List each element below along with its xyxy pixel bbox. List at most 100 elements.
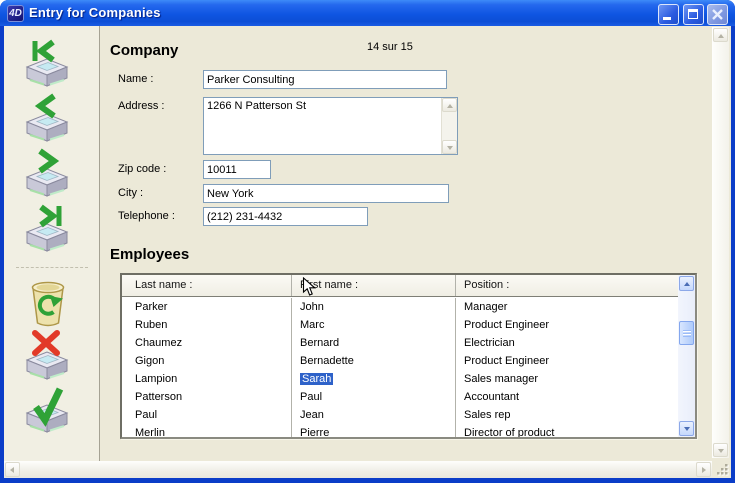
toolbar-separator	[16, 267, 88, 268]
employee-cell[interactable]: Bernard	[292, 334, 456, 352]
column-header-position: Position :	[456, 275, 678, 296]
employee-cell[interactable]: Gigon	[122, 352, 292, 370]
employee-cell[interactable]: Sales manager	[456, 370, 678, 388]
employee-cell[interactable]: Manager	[456, 298, 678, 316]
app-badge: 4D	[9, 8, 22, 19]
zip-label: Zip code :	[118, 163, 166, 175]
maximize-button[interactable]	[683, 4, 704, 25]
employee-cell[interactable]: Paul	[292, 388, 456, 406]
table-scrollbar[interactable]	[678, 275, 695, 437]
cancel-button[interactable]	[24, 329, 70, 381]
first-record-icon	[24, 36, 70, 88]
window-vertical-scrollbar[interactable]	[712, 27, 729, 458]
employee-cell-selected[interactable]: Sarah	[292, 370, 456, 388]
minimize-button[interactable]	[658, 4, 679, 25]
chevron-left-icon	[10, 467, 14, 473]
table-row: Patterson Paul Accountant	[122, 388, 678, 406]
accept-icon	[24, 382, 70, 434]
employee-cell[interactable]: John	[292, 298, 456, 316]
table-row: Chaumez Bernard Electrician	[122, 334, 678, 352]
address-scrollbar[interactable]	[441, 98, 457, 154]
name-input[interactable]	[203, 70, 447, 89]
employee-cell[interactable]: Product Engineer	[456, 316, 678, 334]
table-scroll-up-button[interactable]	[679, 276, 694, 291]
name-label: Name :	[118, 73, 153, 85]
next-record-button[interactable]	[24, 146, 70, 198]
close-button[interactable]	[707, 4, 728, 25]
employee-cell[interactable]: Merlin	[122, 424, 292, 437]
chevron-down-icon	[718, 449, 724, 453]
city-label: City :	[118, 187, 143, 199]
previous-record-icon	[24, 91, 70, 143]
selected-text: Sarah	[300, 373, 333, 385]
table-row: Lampion Sarah Sales manager	[122, 370, 678, 388]
next-record-icon	[24, 146, 70, 198]
employee-cell[interactable]: Pierre	[292, 424, 456, 437]
employee-cell[interactable]: Lampion	[122, 370, 292, 388]
chevron-up-icon	[447, 104, 453, 108]
employee-cell[interactable]: Director of product	[456, 424, 678, 437]
cancel-icon	[24, 329, 70, 381]
telephone-input[interactable]	[203, 207, 368, 226]
table-row: Ruben Marc Product Engineer	[122, 316, 678, 334]
column-header-last-name: Last name :	[122, 275, 292, 296]
employee-cell[interactable]: Sales rep	[456, 406, 678, 424]
record-counter: 14 sur 15	[367, 41, 413, 53]
table-header: Last name : First name : Position :	[122, 275, 678, 297]
maximize-icon	[688, 9, 698, 19]
table-row: Gigon Bernadette Product Engineer	[122, 352, 678, 370]
employee-cell[interactable]: Paul	[122, 406, 292, 424]
employee-cell[interactable]: Parker	[122, 298, 292, 316]
delete-record-button[interactable]	[26, 277, 72, 329]
window-scroll-right-button[interactable]	[696, 462, 711, 477]
city-input[interactable]	[203, 184, 449, 203]
window-scroll-left-button[interactable]	[5, 462, 20, 477]
close-icon	[711, 8, 724, 21]
delete-record-icon	[26, 277, 70, 329]
window-scroll-down-button[interactable]	[713, 443, 728, 457]
window-horizontal-scrollbar[interactable]	[4, 461, 712, 478]
app-4d-icon: 4D	[7, 5, 24, 22]
chevron-right-icon	[702, 467, 706, 473]
employee-cell[interactable]: Chaumez	[122, 334, 292, 352]
table-body: Parker John Manager Ruben Marc Product E…	[122, 298, 678, 437]
employee-cell[interactable]: Marc	[292, 316, 456, 334]
titlebar[interactable]: 4D Entry for Companies	[0, 0, 735, 26]
employee-cell[interactable]: Patterson	[122, 388, 292, 406]
first-record-button[interactable]	[24, 36, 70, 88]
address-label: Address :	[118, 100, 164, 112]
employee-cell[interactable]: Product Engineer	[456, 352, 678, 370]
chevron-up-icon	[684, 282, 690, 286]
chevron-up-icon	[718, 34, 724, 38]
zip-input[interactable]	[203, 160, 271, 179]
last-record-button[interactable]	[24, 201, 70, 253]
resize-grip-icon	[716, 463, 729, 476]
previous-record-button[interactable]	[24, 91, 70, 143]
table-row: Merlin Pierre Director of product	[122, 424, 678, 437]
minimize-icon	[663, 17, 671, 20]
resize-grip[interactable]	[712, 461, 731, 478]
employee-cell[interactable]: Jean	[292, 406, 456, 424]
column-header-first-name: First name :	[292, 275, 456, 296]
window-scroll-up-button[interactable]	[713, 28, 728, 42]
window-title: Entry for Companies	[29, 5, 161, 20]
employee-cell[interactable]: Bernadette	[292, 352, 456, 370]
employees-table: Last name : First name : Position : Park…	[120, 273, 697, 439]
table-scrollbar-thumb[interactable]	[679, 321, 694, 345]
last-record-icon	[24, 201, 70, 253]
employee-cell[interactable]: Accountant	[456, 388, 678, 406]
accept-button[interactable]	[24, 382, 70, 434]
employee-cell[interactable]: Ruben	[122, 316, 292, 334]
table-scroll-down-button[interactable]	[679, 421, 694, 436]
employees-section-title: Employees	[110, 246, 189, 263]
mouse-cursor	[302, 277, 316, 297]
chevron-down-icon	[447, 146, 453, 150]
table-row: Parker John Manager	[122, 298, 678, 316]
chevron-down-icon	[684, 427, 690, 431]
employee-cell[interactable]: Electrician	[456, 334, 678, 352]
address-scroll-down-button[interactable]	[442, 140, 457, 154]
table-row: Paul Jean Sales rep	[122, 406, 678, 424]
address-field[interactable]: 1266 N Patterson St	[203, 97, 458, 155]
address-scroll-up-button[interactable]	[442, 98, 457, 112]
app-window: 4D Entry for Companies	[0, 0, 735, 483]
